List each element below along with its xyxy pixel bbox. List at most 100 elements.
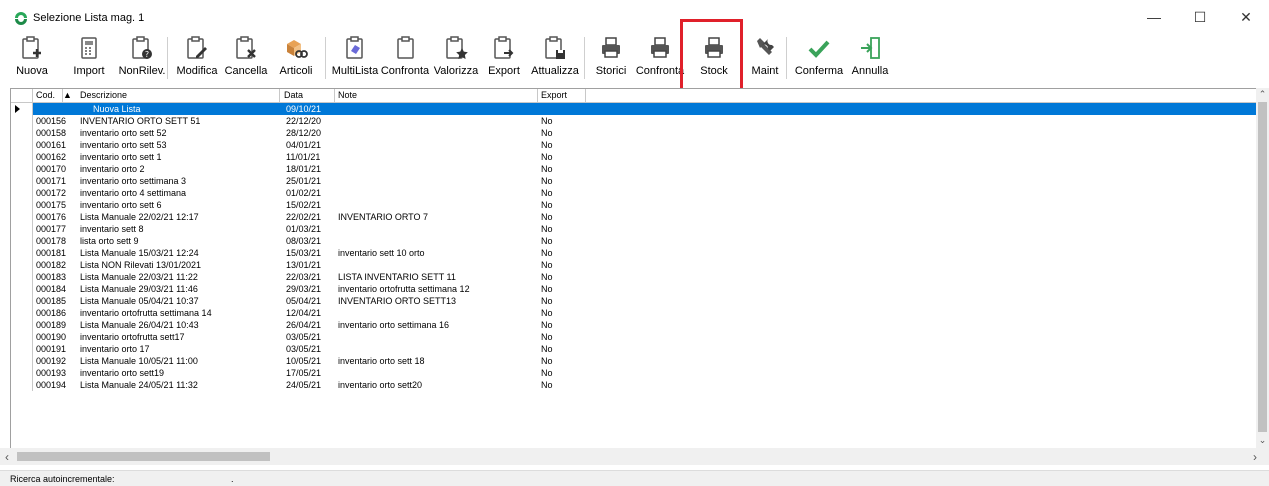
row-indicator xyxy=(11,379,33,391)
cell-descrizione: Lista Manuale 10/05/21 11:00 xyxy=(80,356,198,366)
valorizza-button[interactable]: Valorizza xyxy=(431,34,481,83)
lists-grid[interactable]: Cod. ▲ Descrizione Data Note Export Nuov… xyxy=(10,88,1257,448)
table-row[interactable]: 000183 Lista Manuale 22/03/21 11:22 22/03/… xyxy=(11,271,1257,283)
scroll-up-icon[interactable]: ⌃ xyxy=(1256,89,1269,101)
vertical-scroll-thumb[interactable] xyxy=(1258,102,1267,432)
status-label: Ricerca autoincrementale: xyxy=(10,474,115,484)
annulla-button[interactable]: Annulla xyxy=(846,34,894,83)
nuova-label: Nuova xyxy=(16,65,48,77)
cell-export: No xyxy=(541,272,553,282)
table-row[interactable]: 000189 Lista Manuale 26/04/21 10:43 26/04/… xyxy=(11,319,1257,331)
column-header-export[interactable]: Export xyxy=(538,89,586,103)
articoli-button[interactable]: Articoli xyxy=(276,34,316,83)
cell-data: 29/03/21 xyxy=(286,284,322,294)
cell-export: No xyxy=(541,212,553,222)
table-row[interactable]: 000185 Lista Manuale 05/04/21 10:37 05/04/… xyxy=(11,295,1257,307)
table-row[interactable]: 000177 inventario sett 8 01/03/21 No xyxy=(11,223,1257,235)
cell-cod: 000189 xyxy=(36,320,67,330)
table-row[interactable]: 000162 inventario orto sett 1 11/01/21 No xyxy=(11,151,1257,163)
row-indicator xyxy=(11,343,33,355)
minimize-button[interactable]: — xyxy=(1131,0,1177,34)
table-row[interactable]: 000178 lista orto sett 9 08/03/21 No xyxy=(11,235,1257,247)
attualizza-button[interactable]: Attualizza xyxy=(530,34,580,83)
table-row[interactable]: 000193 inventario orto sett19 17/05/21 No xyxy=(11,367,1257,379)
clipboard-plus-icon xyxy=(22,36,41,59)
cell-descrizione: Lista Manuale 26/04/21 10:43 xyxy=(80,320,199,330)
cell-data: 10/05/21 xyxy=(286,356,322,366)
close-button[interactable]: ✕ xyxy=(1223,0,1269,34)
cancella-label: Cancella xyxy=(224,65,268,77)
nonrilev-button[interactable]: ? NonRilev. xyxy=(116,34,168,83)
cell-descrizione: inventario orto sett19 xyxy=(80,368,165,378)
horizontal-scroll-thumb[interactable] xyxy=(17,452,270,461)
table-row[interactable]: 000184 Lista Manuale 29/03/21 11:46 29/03/… xyxy=(11,283,1257,295)
confronta-label: Confronta xyxy=(380,65,430,77)
cell-cod: 000171 xyxy=(36,176,67,186)
cell-data: 05/04/21 xyxy=(286,296,322,306)
cell-note: inventario orto sett20 xyxy=(338,380,423,390)
table-row[interactable]: Nuova Lista 09/10/21 xyxy=(11,103,1257,115)
scroll-left-icon[interactable]: ‹ xyxy=(5,450,9,464)
maint-button[interactable]: Maint xyxy=(748,34,782,83)
cancella-button[interactable]: Cancella xyxy=(224,34,268,83)
articoli-label: Articoli xyxy=(279,65,313,77)
confronta-print-label: Confronta xyxy=(635,65,685,77)
cell-data: 15/02/21 xyxy=(286,200,322,210)
column-header-data[interactable]: Data xyxy=(281,89,335,103)
cell-data: 03/05/21 xyxy=(286,344,322,354)
cell-cod: 000190 xyxy=(36,332,67,342)
cell-data: 01/03/21 xyxy=(286,224,322,234)
table-row[interactable]: 000175 inventario orto sett 6 15/02/21 No xyxy=(11,199,1257,211)
table-row[interactable]: 000194 Lista Manuale 24/05/21 11:32 24/05/… xyxy=(11,379,1257,391)
vertical-scrollbar[interactable]: ⌃ ⌄ xyxy=(1256,88,1269,448)
table-row[interactable]: 000161 inventario orto sett 53 04/01/21 No xyxy=(11,139,1257,151)
cell-descrizione: Lista Manuale 29/03/21 11:46 xyxy=(80,284,198,294)
table-row[interactable]: 000171 inventario orto settimana 3 25/01/2… xyxy=(11,175,1257,187)
horizontal-scrollbar[interactable]: ‹ › xyxy=(0,448,1269,465)
row-indicator xyxy=(11,259,33,271)
table-row[interactable]: 000190 inventario ortofrutta sett17 03/05/… xyxy=(11,331,1257,343)
cell-cod: 000170 xyxy=(36,164,67,174)
cell-data: 15/03/21 xyxy=(286,248,322,258)
modifica-button[interactable]: Modifica xyxy=(174,34,220,83)
cell-note: LISTA INVENTARIO SETT 11 xyxy=(338,272,456,282)
row-indicator xyxy=(11,139,33,151)
storici-button[interactable]: Storici xyxy=(592,34,630,83)
cell-export: No xyxy=(541,344,553,354)
table-row[interactable]: 000192 Lista Manuale 10/05/21 11:00 10/05/… xyxy=(11,355,1257,367)
cell-descrizione: inventario ortofrutta settimana 14 xyxy=(80,308,212,318)
exit-door-icon xyxy=(861,37,880,59)
table-row[interactable]: 000191 inventario orto 17 03/05/21 No xyxy=(11,343,1257,355)
confronta-print-button[interactable]: Confronta xyxy=(634,34,686,83)
table-row[interactable]: 000176 Lista Manuale 22/02/21 12:17 22/02/… xyxy=(11,211,1257,223)
row-indicator xyxy=(11,151,33,163)
conferma-button[interactable]: Conferma xyxy=(794,34,844,83)
table-row[interactable]: 000181 Lista Manuale 15/03/21 12:24 15/03/… xyxy=(11,247,1257,259)
clipboard-help-icon: ? xyxy=(132,36,152,59)
column-header-note[interactable]: Note xyxy=(335,89,538,103)
row-indicator xyxy=(11,355,33,367)
cell-export: No xyxy=(541,152,553,162)
column-header-descrizione[interactable]: Descrizione xyxy=(77,89,280,103)
cell-descrizione: inventario orto sett 52 xyxy=(80,128,167,138)
table-row[interactable]: 000182 Lista NON Rilevati 13/01/2021 13/01… xyxy=(11,259,1257,271)
export-button[interactable]: Export xyxy=(486,34,522,83)
table-row[interactable]: 000186 inventario ortofrutta settimana 14… xyxy=(11,307,1257,319)
table-row[interactable]: 000158 inventario orto sett 52 28/12/20 No xyxy=(11,127,1257,139)
table-row[interactable]: 000156 INVENTARIO ORTO SETT 51 22/12/20 No xyxy=(11,115,1257,127)
scroll-right-icon[interactable]: › xyxy=(1253,450,1257,464)
confronta-button[interactable]: Confronta xyxy=(380,34,430,83)
table-row[interactable]: 000172 inventario orto 4 settimana 01/02/2… xyxy=(11,187,1257,199)
row-indicator xyxy=(11,211,33,223)
column-header-cod[interactable]: Cod. xyxy=(33,89,63,103)
cell-cod: 000172 xyxy=(36,188,67,198)
table-row[interactable]: 000170 inventario orto 2 18/01/21 No xyxy=(11,163,1257,175)
maximize-button[interactable]: ☐ xyxy=(1177,0,1223,34)
cell-data: 12/04/21 xyxy=(286,308,322,318)
multilista-button[interactable]: MultiLista xyxy=(330,34,380,83)
import-button[interactable]: Import xyxy=(70,34,108,83)
cell-data: 09/10/21 xyxy=(286,104,322,114)
nuova-button[interactable]: Nuova xyxy=(10,34,54,83)
cell-export: No xyxy=(541,236,553,246)
scroll-down-icon[interactable]: ⌄ xyxy=(1256,435,1269,447)
